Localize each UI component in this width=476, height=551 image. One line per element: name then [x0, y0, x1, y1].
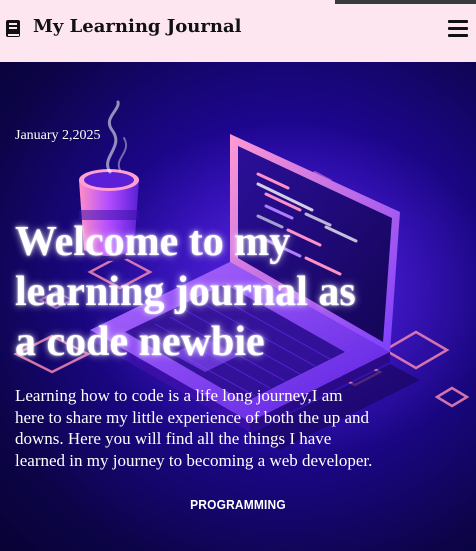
hamburger-menu-icon[interactable] [446, 18, 470, 40]
hero-title[interactable]: Welcome to my learning journal as a code… [15, 217, 385, 367]
top-strip [335, 0, 476, 4]
site-title[interactable]: My Learning Journal [33, 16, 241, 37]
post-date: January 2,2025 [15, 128, 101, 143]
site-header: My Learning Journal [0, 0, 476, 62]
hero-section[interactable]: January 2,2025 Welcome to my learning jo… [0, 62, 476, 551]
book-icon [6, 20, 20, 37]
category-tag[interactable]: PROGRAMMING [19, 497, 457, 512]
hero-description: Learning how to code is a life long jour… [15, 386, 373, 470]
page: My Learning Journal January 2,2025 Welco… [0, 0, 476, 551]
